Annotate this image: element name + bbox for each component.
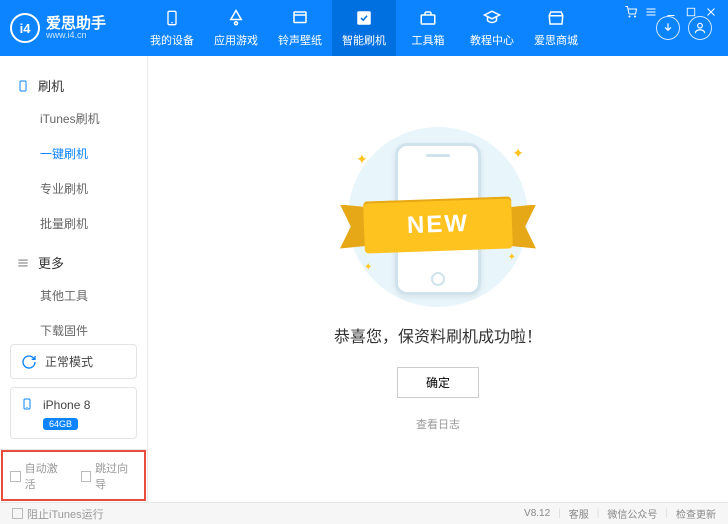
- phone-icon: [162, 8, 182, 28]
- main-content: ✦ ✦ ✦ ✦ NEW 恭喜您，保资料刷机成功啦！ 确定 查看日志: [148, 56, 728, 502]
- mode-label: 正常模式: [45, 353, 93, 370]
- nav-store[interactable]: 爱思商城: [524, 0, 588, 56]
- toolbox-icon: [418, 8, 438, 28]
- success-illustration: ✦ ✦ ✦ ✦ NEW: [338, 127, 538, 307]
- sidebar-item-oneclick[interactable]: 一键刷机: [0, 136, 147, 171]
- checkbox-icon: [81, 471, 92, 482]
- nav-label: 应用游戏: [214, 32, 258, 48]
- phone-icon: [16, 79, 30, 93]
- nav-tutorial[interactable]: 教程中心: [460, 0, 524, 56]
- device-box[interactable]: iPhone 8 64GB: [10, 387, 137, 439]
- storage-badge: 64GB: [43, 418, 78, 430]
- wechat-link[interactable]: 微信公众号: [607, 506, 657, 521]
- nav-label: 教程中心: [470, 32, 514, 48]
- sidebar-item-batch[interactable]: 批量刷机: [0, 206, 147, 241]
- nav-label: 工具箱: [412, 32, 445, 48]
- logo-title: 爱思助手: [46, 16, 106, 31]
- refresh-icon: [21, 354, 37, 370]
- group-title: 刷机: [38, 76, 64, 95]
- download-button[interactable]: [656, 16, 680, 40]
- view-log-link[interactable]: 查看日志: [416, 416, 460, 432]
- nav-apps[interactable]: 应用游戏: [204, 0, 268, 56]
- app-header: i4 爱思助手 www.i4.cn 我的设备 应用游戏 铃声壁纸 智能刷机 工具…: [0, 0, 728, 56]
- ringtone-icon: [290, 8, 310, 28]
- bottom-options: 自动激活 跳过向导: [0, 449, 147, 502]
- sidebar-item-other[interactable]: 其他工具: [0, 278, 147, 313]
- checkbox-block-itunes[interactable]: 阻止iTunes运行: [12, 506, 104, 522]
- maximize-icon[interactable]: [684, 5, 698, 19]
- check-label: 自动激活: [25, 460, 67, 492]
- support-link[interactable]: 客服: [569, 506, 589, 521]
- close-icon[interactable]: [704, 5, 718, 19]
- user-button[interactable]: [688, 16, 712, 40]
- nav-label: 我的设备: [150, 32, 194, 48]
- nav-ringtone[interactable]: 铃声壁纸: [268, 0, 332, 56]
- checkbox-icon: [10, 471, 21, 482]
- update-link[interactable]: 检查更新: [676, 506, 716, 521]
- nav-my-device[interactable]: 我的设备: [140, 0, 204, 56]
- flash-icon: [354, 8, 374, 28]
- logo-url: www.i4.cn: [46, 31, 106, 40]
- statusbar: 阻止iTunes运行 V8.12 | 客服 | 微信公众号 | 检查更新: [0, 502, 728, 524]
- logo[interactable]: i4 爱思助手 www.i4.cn: [10, 13, 140, 43]
- top-nav: 我的设备 应用游戏 铃声壁纸 智能刷机 工具箱 教程中心 爱思商城: [140, 0, 656, 56]
- success-title: 恭喜您，保资料刷机成功啦！: [334, 323, 542, 347]
- nav-toolbox[interactable]: 工具箱: [396, 0, 460, 56]
- status-label: 阻止iTunes运行: [27, 506, 104, 522]
- menu-icon: [16, 256, 30, 270]
- sidebar-group-flash[interactable]: 刷机: [0, 70, 147, 101]
- menu-icon[interactable]: [644, 5, 658, 19]
- checkbox-skip-guide[interactable]: 跳过向导: [81, 460, 138, 492]
- sidebar-group-more[interactable]: 更多: [0, 247, 147, 278]
- ribbon-label: NEW: [363, 196, 513, 253]
- mode-box[interactable]: 正常模式: [10, 344, 137, 379]
- phone-icon: [21, 396, 35, 414]
- nav-label: 铃声壁纸: [278, 32, 322, 48]
- checkbox-auto-activate[interactable]: 自动激活: [10, 460, 67, 492]
- check-label: 跳过向导: [95, 460, 137, 492]
- nav-flash[interactable]: 智能刷机: [332, 0, 396, 56]
- group-title: 更多: [38, 253, 64, 272]
- version-label: V8.12: [524, 508, 550, 519]
- nav-label: 爱思商城: [534, 32, 578, 48]
- sidebar: 刷机 iTunes刷机 一键刷机 专业刷机 批量刷机 更多 其他工具 下载固件 …: [0, 56, 148, 502]
- apps-icon: [226, 8, 246, 28]
- sidebar-item-itunes[interactable]: iTunes刷机: [0, 101, 147, 136]
- ok-button[interactable]: 确定: [397, 367, 479, 398]
- nav-label: 智能刷机: [342, 32, 386, 48]
- tutorial-icon: [482, 8, 502, 28]
- sidebar-item-download[interactable]: 下载固件: [0, 313, 147, 336]
- device-name: iPhone 8: [43, 398, 90, 412]
- cart-icon[interactable]: [624, 5, 638, 19]
- minimize-icon[interactable]: [664, 5, 678, 19]
- checkbox-icon: [12, 508, 23, 519]
- logo-icon: i4: [10, 13, 40, 43]
- sidebar-item-pro[interactable]: 专业刷机: [0, 171, 147, 206]
- store-icon: [546, 8, 566, 28]
